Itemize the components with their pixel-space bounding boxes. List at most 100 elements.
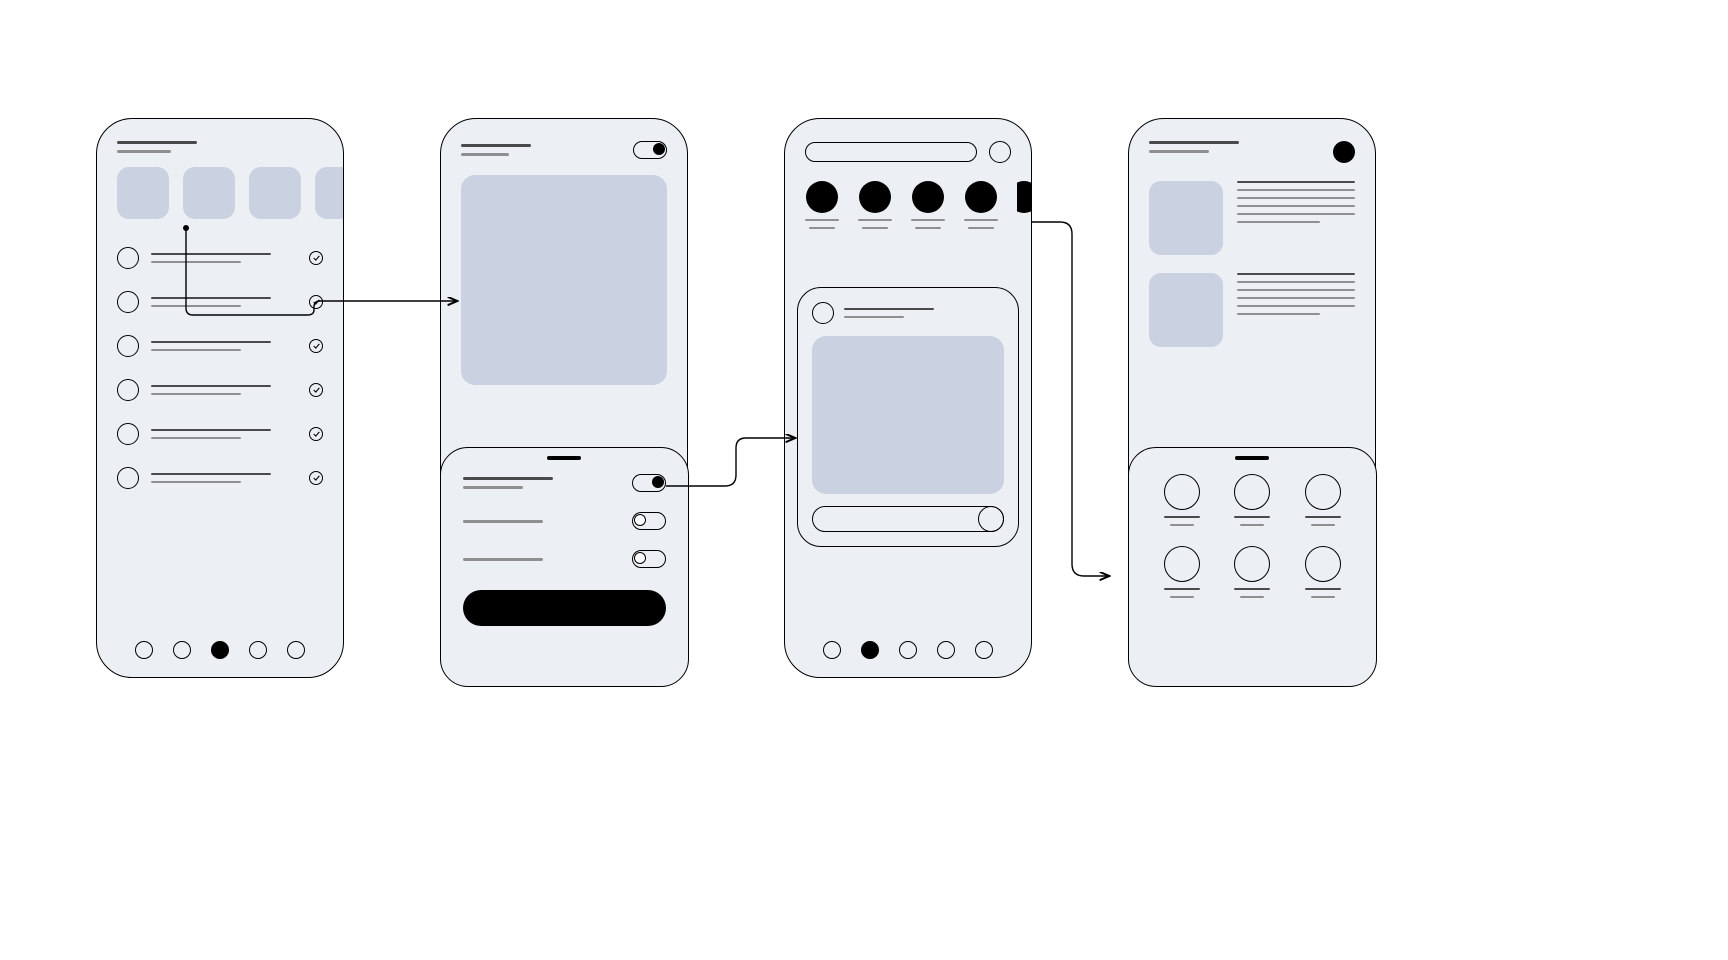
check-icon[interactable] <box>309 339 323 353</box>
nav-dot[interactable] <box>173 641 191 659</box>
sheet-grabber-icon[interactable] <box>1235 456 1269 460</box>
nav-dot[interactable] <box>937 641 955 659</box>
item-avatar-icon <box>117 335 139 357</box>
screen-3 <box>784 118 1032 678</box>
grid-item[interactable] <box>1221 546 1283 598</box>
title-placeholder <box>117 141 323 153</box>
item-text-placeholder <box>151 297 297 307</box>
nav-dot[interactable] <box>287 641 305 659</box>
title-placeholder <box>1149 141 1239 153</box>
list-item[interactable] <box>117 423 323 445</box>
check-icon[interactable] <box>309 471 323 485</box>
grid-circle-icon <box>1305 474 1341 510</box>
article-item[interactable] <box>1149 181 1355 255</box>
grid-item[interactable] <box>1151 474 1213 526</box>
grid-item[interactable] <box>1151 546 1213 598</box>
search-bar[interactable] <box>805 142 977 162</box>
article-text-placeholder <box>1237 273 1355 347</box>
row-text-placeholder <box>463 558 543 561</box>
row-text-placeholder <box>463 520 543 523</box>
chip-partial[interactable] <box>315 167 344 219</box>
row-text-placeholder <box>463 477 553 489</box>
grid-item[interactable] <box>1221 474 1283 526</box>
article-thumb-placeholder <box>1149 273 1223 347</box>
item-text-placeholder <box>151 253 297 263</box>
feed-card[interactable] <box>797 287 1019 547</box>
avatar-icon <box>806 181 838 213</box>
article-text-placeholder <box>1237 181 1355 255</box>
list-item[interactable] <box>117 335 323 357</box>
nav-dot[interactable] <box>975 641 993 659</box>
avatar-row[interactable] <box>805 181 1031 229</box>
item-avatar-icon <box>117 379 139 401</box>
check-icon[interactable] <box>309 383 323 397</box>
sheet-grid-row <box>1151 474 1354 526</box>
nav-dot[interactable] <box>899 641 917 659</box>
row-toggle[interactable] <box>632 550 666 568</box>
avatar-item[interactable] <box>964 181 998 229</box>
bottom-sheet[interactable] <box>1128 447 1377 687</box>
action-circle[interactable] <box>989 141 1011 163</box>
avatar-item[interactable] <box>805 181 839 229</box>
pill-circle-icon[interactable] <box>978 506 1004 532</box>
list-item[interactable] <box>117 379 323 401</box>
screen-2 <box>440 118 688 678</box>
bottom-sheet[interactable] <box>440 447 689 687</box>
card-pill[interactable] <box>812 506 1004 532</box>
nav-dot[interactable] <box>135 641 153 659</box>
bottom-nav <box>97 641 343 659</box>
chip[interactable] <box>183 167 235 219</box>
cta-button[interactable] <box>463 590 666 626</box>
list-item[interactable] <box>117 247 323 269</box>
sheet-row[interactable] <box>463 550 666 568</box>
card-avatar-icon <box>812 302 834 324</box>
item-avatar-icon <box>117 423 139 445</box>
header-toggle[interactable] <box>633 141 667 159</box>
article-item[interactable] <box>1149 273 1355 347</box>
grid-circle-icon <box>1305 546 1341 582</box>
list-item[interactable] <box>117 291 323 313</box>
nav-dot[interactable] <box>249 641 267 659</box>
checklist <box>117 247 323 489</box>
sheet-row[interactable] <box>463 512 666 530</box>
sheet-row[interactable] <box>463 474 666 492</box>
check-icon[interactable] <box>309 251 323 265</box>
avatar-item[interactable] <box>911 181 945 229</box>
list-item[interactable] <box>117 467 323 489</box>
check-icon[interactable] <box>309 427 323 441</box>
chip-row[interactable] <box>117 167 344 219</box>
title-placeholder <box>461 144 531 156</box>
avatar-icon <box>1017 181 1031 213</box>
article-list <box>1149 181 1355 347</box>
avatar-item-partial[interactable] <box>1017 181 1031 229</box>
item-avatar-icon <box>117 291 139 313</box>
grid-circle-icon <box>1164 546 1200 582</box>
hero-image-placeholder <box>461 175 667 385</box>
arrow-3 <box>1032 222 1108 576</box>
wireframe-flow-canvas <box>0 0 1728 960</box>
grid-item[interactable] <box>1292 474 1354 526</box>
chip[interactable] <box>249 167 301 219</box>
nav-dot-active[interactable] <box>861 641 879 659</box>
row-toggle[interactable] <box>632 512 666 530</box>
bottom-nav <box>785 641 1031 659</box>
chip[interactable] <box>117 167 169 219</box>
avatar-icon <box>912 181 944 213</box>
nav-dot[interactable] <box>823 641 841 659</box>
avatar-icon <box>965 181 997 213</box>
item-text-placeholder <box>151 341 297 351</box>
nav-dot-active[interactable] <box>211 641 229 659</box>
avatar-item[interactable] <box>858 181 892 229</box>
row-toggle[interactable] <box>632 474 666 492</box>
sheet-grabber-icon[interactable] <box>547 456 581 460</box>
card-image-placeholder <box>812 336 1004 494</box>
sheet-grid-row <box>1151 546 1354 598</box>
check-icon[interactable] <box>309 295 323 309</box>
article-thumb-placeholder <box>1149 181 1223 255</box>
item-avatar-icon <box>117 247 139 269</box>
grid-circle-icon <box>1234 474 1270 510</box>
screen-4 <box>1128 118 1376 678</box>
grid-item[interactable] <box>1292 546 1354 598</box>
card-title-placeholder <box>844 308 934 318</box>
header-dot-icon[interactable] <box>1333 141 1355 163</box>
